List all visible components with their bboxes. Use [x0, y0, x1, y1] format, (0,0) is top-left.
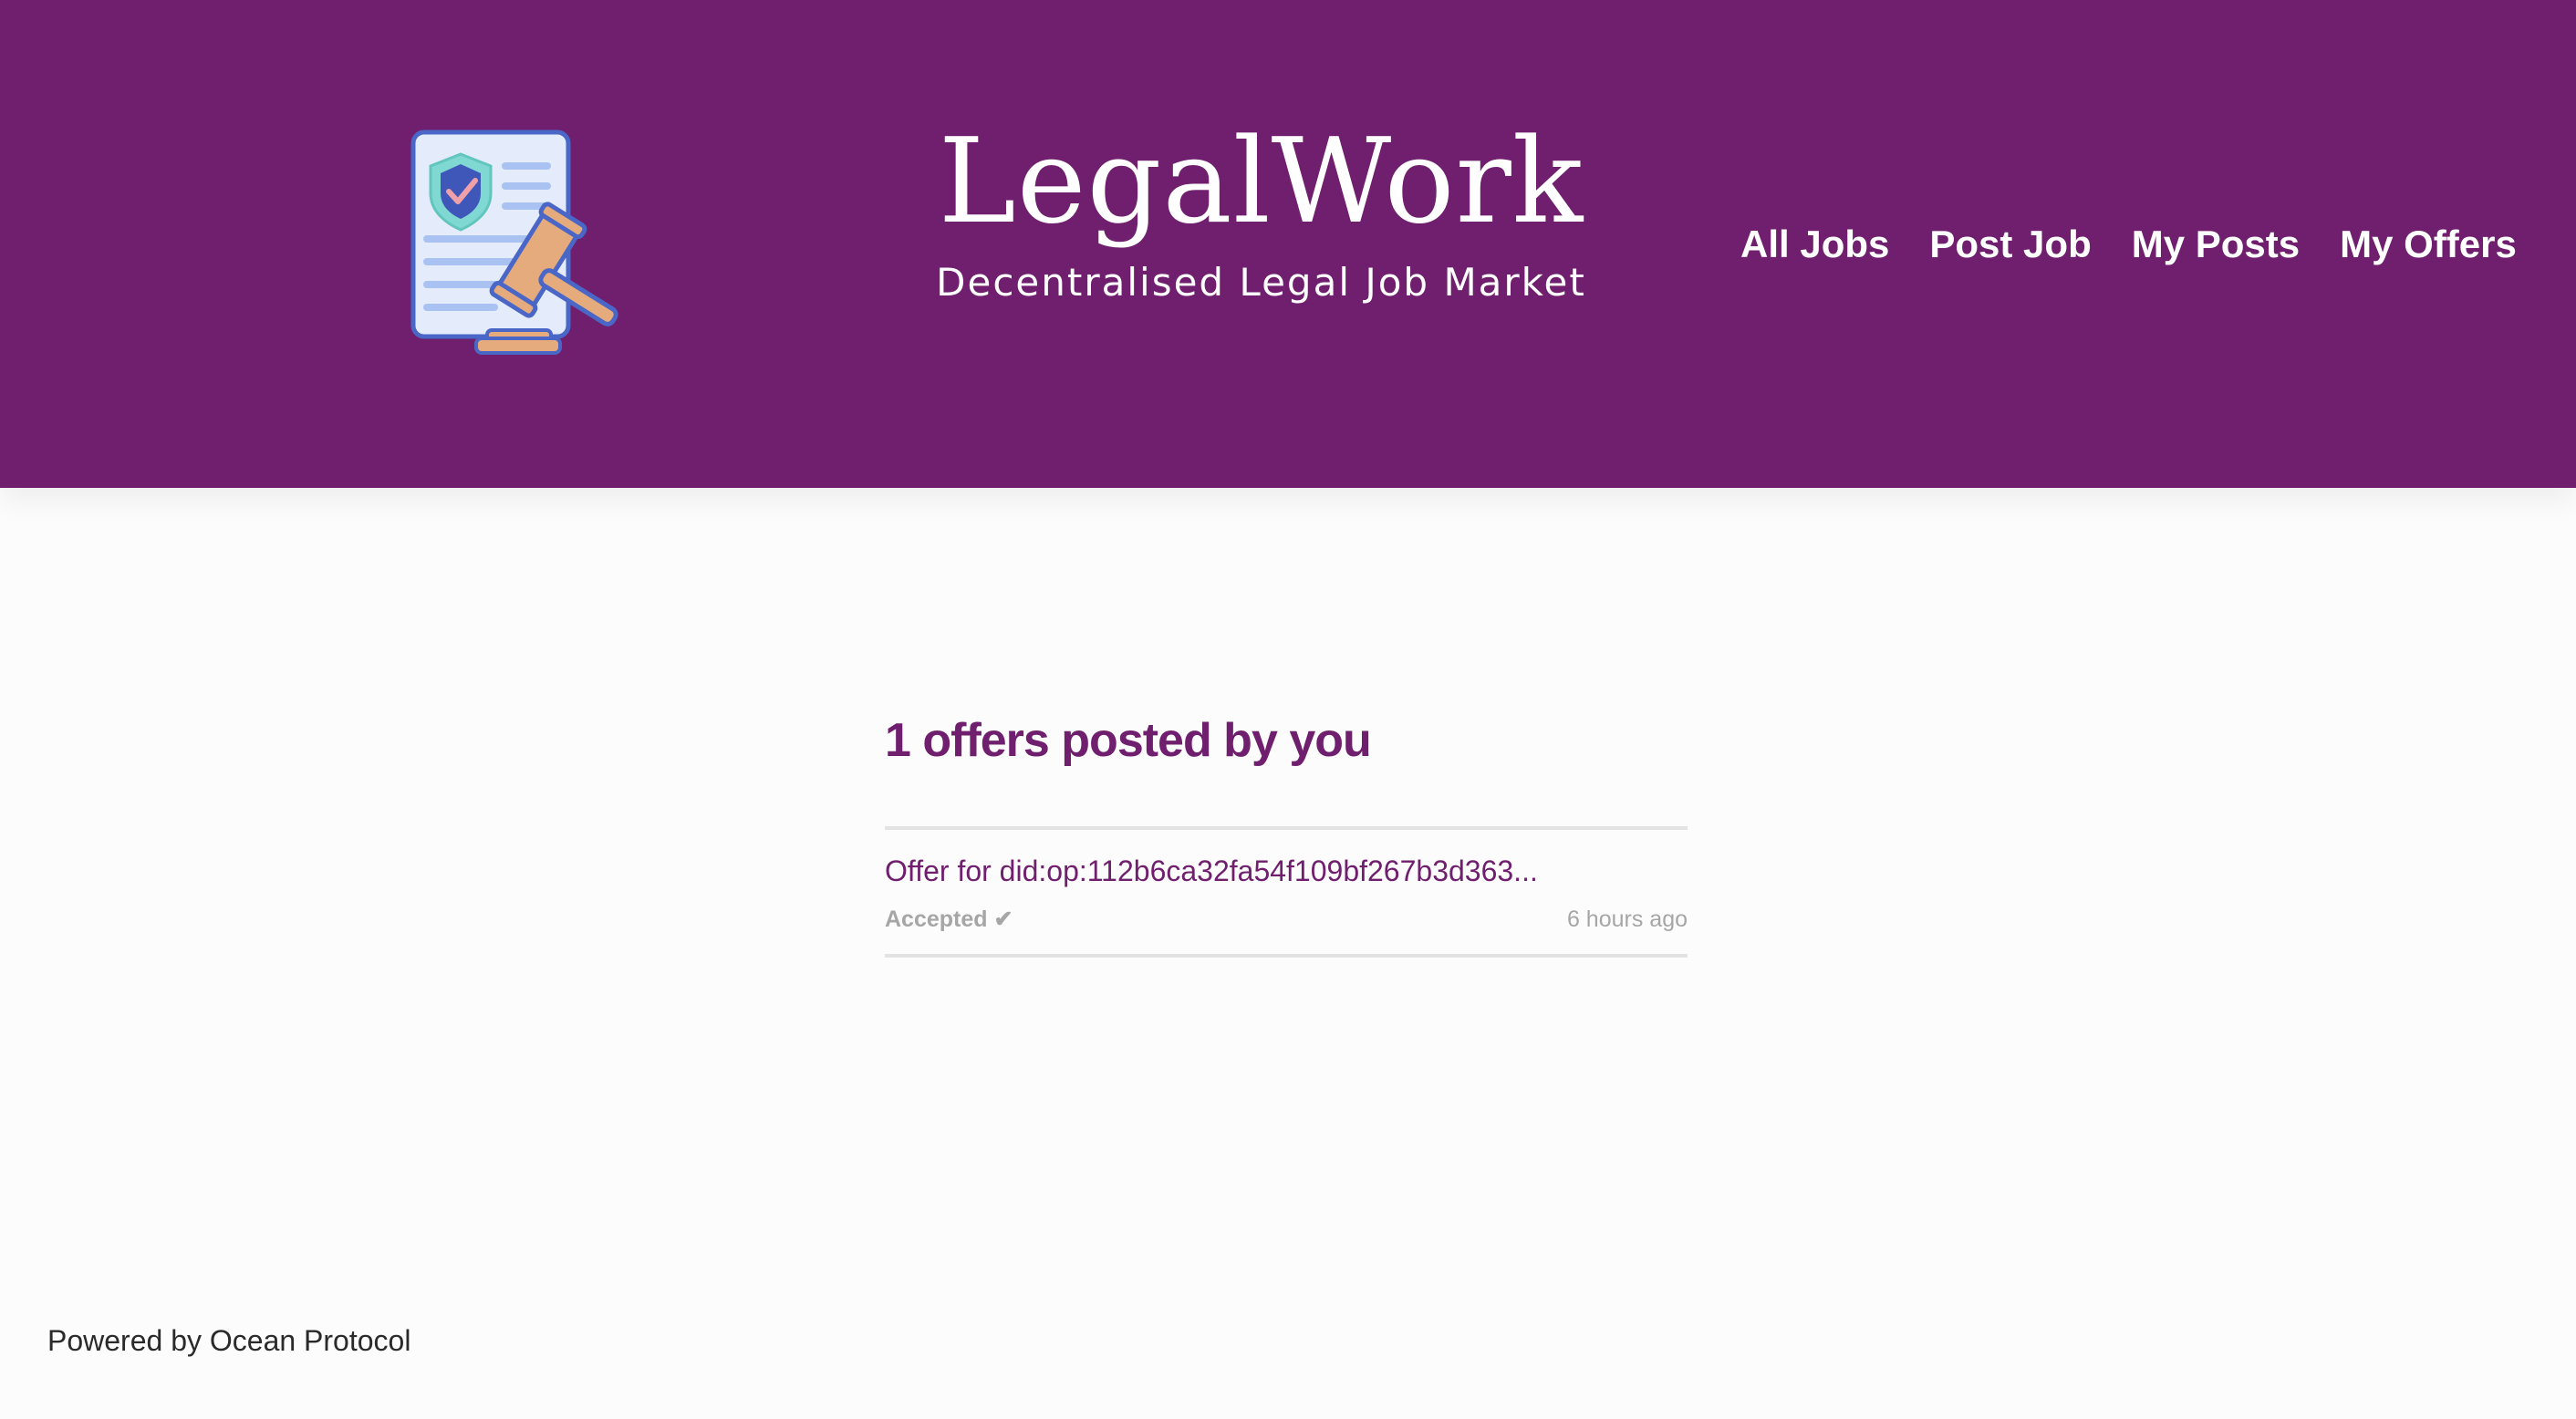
- offer-link[interactable]: Offer for did:op:112b6ca32fa54f109bf267b…: [885, 850, 1688, 892]
- check-icon: ✔: [993, 906, 1013, 932]
- site-header: LegalWork Decentralised Legal Job Market…: [0, 0, 2576, 488]
- nav-post-job[interactable]: Post Job: [1929, 219, 2091, 270]
- site-footer: Powered by Ocean Protocol: [47, 1319, 410, 1362]
- offer-timestamp: 6 hours ago: [1566, 906, 1688, 932]
- powered-by-text: Powered by Ocean Protocol: [47, 1324, 411, 1357]
- brand: LegalWork Decentralised Legal Job Market: [912, 109, 1610, 310]
- page-title: 1 offers posted by you: [885, 714, 1372, 767]
- offer-meta: Accepted ✔ 6 hours ago: [885, 903, 1688, 936]
- site-title: LegalWork: [938, 114, 1584, 250]
- status-badge: Accepted ✔: [885, 903, 1013, 936]
- legal-document-gavel-icon[interactable]: [409, 128, 618, 361]
- status-label: Accepted: [885, 906, 988, 932]
- site-subtitle: Decentralised Legal Job Market: [936, 260, 1586, 305]
- main-content: 1 offers posted by you Offer for did:op:…: [885, 702, 1688, 958]
- nav-all-jobs[interactable]: All Jobs: [1740, 219, 1889, 270]
- offer-item: Offer for did:op:112b6ca32fa54f109bf267b…: [885, 830, 1688, 954]
- nav-my-offers[interactable]: My Offers: [2340, 219, 2517, 270]
- offers-list: Offer for did:op:112b6ca32fa54f109bf267b…: [885, 826, 1688, 958]
- nav-my-posts[interactable]: My Posts: [2132, 219, 2300, 270]
- main-nav: All Jobs Post Job My Posts My Offers: [1740, 219, 2517, 270]
